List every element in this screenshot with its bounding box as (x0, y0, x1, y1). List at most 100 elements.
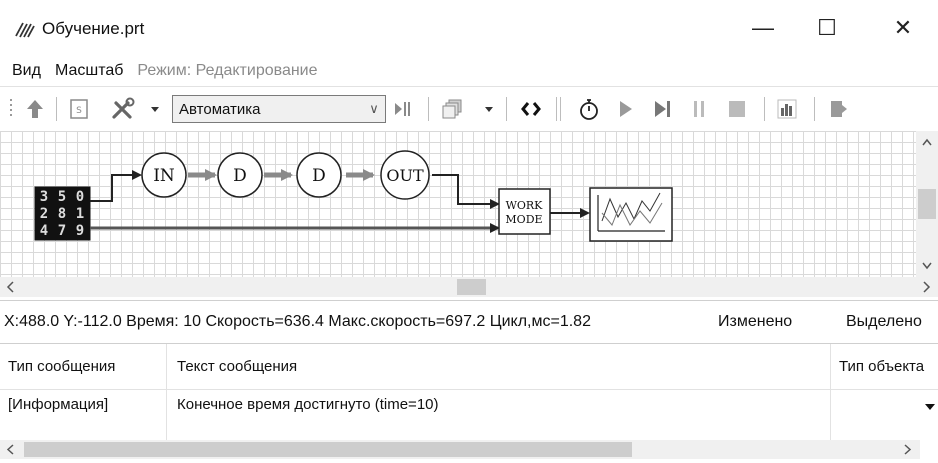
svg-text:S: S (76, 106, 82, 116)
messages-table: Тип сообщения Текст сообщения Тип объект… (0, 344, 938, 459)
node-in[interactable]: IN (141, 152, 187, 198)
exit-icon (831, 101, 847, 117)
menu-mode-status: Режим: Редактирование (137, 62, 318, 79)
toolbar-separator (506, 97, 507, 121)
pause-button[interactable] (684, 94, 714, 124)
horizontal-scroll-thumb (457, 279, 486, 295)
cell-message-type: [Информация] (8, 396, 109, 413)
column-header-text[interactable]: Текст сообщения (167, 344, 830, 390)
pattern-app-icon (15, 22, 35, 38)
column-header-object-type[interactable]: Тип объекта (831, 344, 938, 390)
stop-button[interactable] (722, 94, 752, 124)
cell-message-text: Конечное время достигнуто (time=10) (177, 396, 439, 413)
dropdown-arrow-icon (485, 107, 493, 112)
close-icon: ✕ (893, 15, 913, 40)
vertical-scrollbar[interactable] (916, 131, 938, 277)
status-selected: Выделено (846, 313, 922, 330)
window-title: Обучение.prt (42, 19, 145, 38)
node-d1-label: D (233, 166, 247, 186)
pause-icon (694, 101, 704, 117)
dropdown-arrow-icon[interactable] (924, 402, 936, 412)
tools-dropdown-button[interactable] (146, 94, 164, 124)
exit-button[interactable] (824, 94, 854, 124)
mode-select-value: Автоматика (179, 100, 261, 118)
maximize-button[interactable]: ☐ (804, 8, 850, 48)
toolbar-separator (560, 97, 561, 121)
node-in-label: IN (153, 166, 175, 186)
layers-dropdown-button[interactable] (480, 94, 498, 124)
digit-input-block[interactable]: 3 5 0 2 8 1 4 7 9 (34, 186, 91, 241)
grip-icon (10, 99, 12, 116)
messages-scrollbar-parts (6, 442, 912, 457)
work-mode-block[interactable]: WORK MODE (498, 188, 551, 235)
node-out-label: OUT (386, 166, 424, 185)
node-d2-label: D (312, 166, 326, 186)
stopwatch-icon (580, 99, 598, 120)
digit-cell: 3 (40, 189, 48, 205)
maximize-icon: ☐ (817, 15, 837, 40)
script-icon: S (70, 99, 88, 119)
step-icon (395, 102, 410, 116)
work-mode-label-2: MODE (505, 213, 542, 226)
chart-button[interactable] (772, 94, 802, 124)
bar-chart-icon (777, 99, 797, 119)
work-mode-label-1: WORK (506, 199, 544, 212)
digit-cell: 4 (40, 223, 48, 239)
script-button[interactable]: S (64, 94, 94, 124)
tools-button[interactable] (108, 94, 142, 124)
minimize-button[interactable]: — (740, 8, 786, 48)
move-up-button[interactable] (20, 94, 50, 124)
scroll-right-icon (923, 281, 931, 293)
connector-grid-in (90, 170, 142, 202)
toolbar-grip (6, 94, 18, 124)
table-row[interactable]: [Информация] Конечное время достигнуто (… (0, 391, 938, 421)
stop-icon (729, 101, 745, 117)
scroll-right-icon (904, 444, 912, 455)
digit-cell: 1 (76, 206, 84, 222)
chart-block[interactable] (589, 187, 673, 242)
chevron-down-icon: ∨ (369, 101, 379, 116)
menu-bar: Вид Масштаб Режим: Редактирование (0, 58, 325, 84)
toolbar-separator (556, 97, 557, 121)
layers-button[interactable] (438, 94, 468, 124)
title-bar: Обучение.prt — ☐ ✕ (0, 0, 938, 56)
menu-zoom[interactable]: Масштаб (48, 58, 130, 84)
node-out[interactable]: OUT (380, 150, 430, 200)
scroll-up-icon (922, 138, 932, 146)
status-bar: X:488.0 Y:-112.0 Время: 10 Скорость=636.… (0, 300, 938, 344)
play-button[interactable] (610, 94, 640, 124)
menu-view[interactable]: Вид (5, 58, 48, 84)
digit-cell: 9 (76, 223, 84, 239)
status-coords: X:488.0 Y:-112.0 Время: 10 Скорость=636.… (4, 313, 591, 330)
toolbar-separator (814, 97, 815, 121)
arrow-up-icon (27, 100, 43, 118)
tools-icon (112, 97, 135, 119)
horizontal-scrollbar-parts (6, 279, 931, 295)
messages-horizontal-scrollbar[interactable] (0, 440, 920, 459)
horizontal-scrollbar[interactable] (0, 277, 938, 297)
stopwatch-button[interactable] (574, 94, 604, 124)
toolbar-separator (56, 97, 57, 121)
step-forward-icon (655, 101, 670, 117)
link-button[interactable] (516, 94, 546, 124)
scroll-left-icon (6, 444, 14, 455)
close-button[interactable]: ✕ (880, 8, 926, 48)
vertical-scrollbar-parts (918, 138, 936, 270)
digit-cell: 7 (58, 223, 66, 239)
layers-icon (442, 99, 462, 119)
model-diagram: 3 5 02 8 14 7 9 IN D D OUT WORK MODE (34, 150, 673, 242)
node-d1[interactable]: D (217, 152, 263, 198)
step-forward-button[interactable] (648, 94, 678, 124)
step-button[interactable] (388, 94, 418, 124)
status-changed: Изменено (718, 313, 793, 330)
digit-cell: 5 (58, 189, 66, 205)
dropdown-arrow-icon (151, 107, 159, 112)
column-header-type[interactable]: Тип сообщения (0, 344, 166, 390)
mode-select[interactable]: Автоматика ∨ (172, 95, 386, 123)
model-canvas[interactable]: 350281479 IN D D OUT WORK MODE (0, 131, 916, 277)
toolbar: S Автоматика ∨ (0, 86, 938, 132)
minimize-icon: — (752, 15, 774, 40)
node-d2[interactable]: D (296, 152, 342, 198)
connector-out-work (432, 174, 500, 209)
digit-cell: 8 (58, 206, 66, 222)
